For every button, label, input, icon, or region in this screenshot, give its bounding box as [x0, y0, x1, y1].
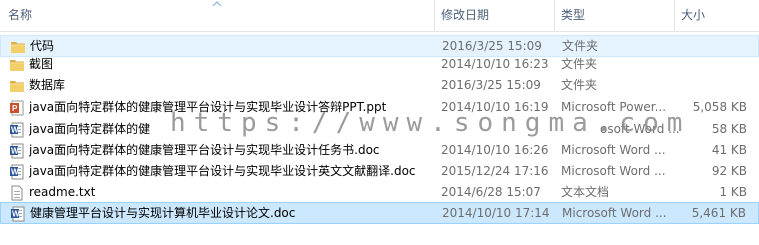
file-size: 5,058 KB [692, 100, 747, 114]
file-name: 健康管理平台设计与实现计算机毕业设计论文.doc [30, 206, 296, 220]
file-type: 文件夹 [561, 57, 598, 71]
text-file-icon [9, 185, 25, 201]
word-doc-icon: W [9, 143, 25, 159]
file-size: 58 KB [711, 122, 747, 136]
file-name: java面向特定群体的健 [29, 122, 151, 136]
folder-icon [9, 57, 25, 73]
file-row[interactable]: Wjava面向特定群体的健康管理平台设计与实现毕业设计英文文献翻译.doc 201… [0, 161, 759, 183]
svg-text:W: W [12, 210, 20, 219]
file-name: readme.txt [29, 185, 96, 199]
svg-text:W: W [11, 147, 19, 156]
file-name: 截图 [29, 57, 54, 71]
powerpoint-icon: P [9, 100, 25, 116]
svg-text:W: W [11, 126, 19, 135]
file-date: 2016/3/25 15:09 [441, 78, 541, 92]
file-size: 92 KB [711, 164, 747, 178]
column-header-size[interactable]: 大小 [674, 0, 759, 31]
file-type: Microsoft Word ... [561, 143, 666, 157]
word-doc-icon: W [10, 206, 26, 222]
column-header-date[interactable]: 修改日期 [434, 0, 554, 31]
file-date: 2014/6/28 15:07 [441, 185, 541, 199]
svg-text:P: P [12, 104, 18, 113]
column-header-name[interactable]: 名称 [8, 0, 32, 31]
column-header-type[interactable]: 类型 [554, 0, 674, 31]
file-row[interactable]: 截图 2014/10/10 16:23 文件夹 [0, 54, 759, 76]
file-date: 2014/10/10 16:23 [441, 57, 549, 71]
file-row[interactable]: W 健康管理平台设计与实现计算机毕业设计论文.doc 2014/10/10 17:1… [0, 202, 759, 224]
watermark-text: https://www.songma.com [170, 108, 691, 138]
file-row[interactable]: readme.txt 2014/6/28 15:07 文本文档 1 KB [0, 182, 759, 204]
file-size: 41 KB [711, 143, 747, 157]
column-header-bar: 名称 修改日期 类型 大小 [0, 0, 759, 32]
file-name: java面向特定群体的健康管理平台设计与实现毕业设计英文文献翻译.doc [29, 164, 416, 178]
file-name: java面向特定群体的健康管理平台设计与实现毕业设计任务书.doc [29, 143, 380, 157]
file-type: Microsoft Word ... [561, 164, 666, 178]
folder-icon [10, 39, 26, 55]
file-type: 文件夹 [561, 78, 598, 92]
file-date: 2016/3/25 15:09 [442, 39, 542, 53]
file-row[interactable]: 数据库 2016/3/25 15:09 文件夹 [0, 75, 759, 97]
word-doc-icon: W [9, 122, 25, 138]
word-doc-icon: W [9, 164, 25, 180]
file-date: 2014/10/10 17:14 [442, 206, 550, 220]
file-row[interactable]: Wjava面向特定群体的健康管理平台设计与实现毕业设计任务书.doc 2014/1… [0, 140, 759, 162]
file-size: 1 KB [719, 185, 747, 199]
file-name: 代码 [30, 39, 55, 53]
file-type: Microsoft Word ... [562, 206, 667, 220]
file-type: 文本文档 [561, 185, 610, 199]
file-name: 数据库 [29, 78, 66, 92]
file-size: 5,461 KB [691, 206, 746, 220]
svg-text:W: W [11, 168, 19, 177]
sort-ascending-icon [212, 1, 222, 7]
file-date: 2014/10/10 16:26 [441, 143, 549, 157]
file-type: 文件夹 [562, 39, 599, 53]
file-date: 2015/12/24 17:16 [441, 164, 549, 178]
folder-icon [9, 78, 25, 94]
